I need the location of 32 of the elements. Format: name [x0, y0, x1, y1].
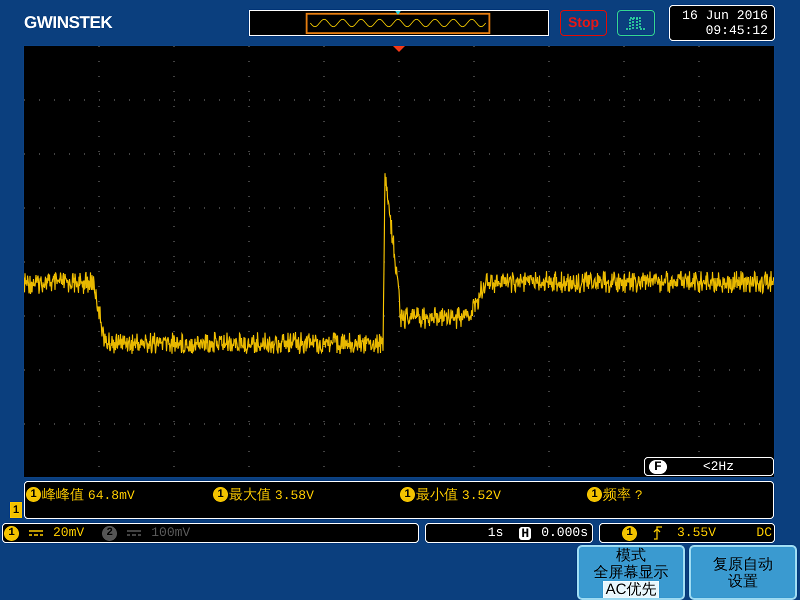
measurement-reading: 最小值 3.52V — [416, 485, 501, 506]
measurement-reading: 峰峰值 64.8mV — [42, 485, 135, 506]
channel-badge: 1 — [400, 487, 415, 502]
time-scale: 1s — [488, 524, 504, 542]
date-text: 16 Jun 2016 — [682, 8, 768, 23]
channel-scale: 20mV — [53, 524, 84, 542]
horizontal-position: 0.000s — [541, 524, 588, 542]
pulse-icon — [625, 14, 647, 31]
measurement-reading: 最大值 3.58V — [229, 485, 314, 506]
horizontal-label: H — [519, 526, 532, 540]
channel-badge: 2 — [102, 526, 118, 541]
counter-reading: <2Hz — [702, 458, 734, 476]
dc-coupling-icon — [29, 530, 43, 536]
trigger-level: 3.55V — [677, 524, 716, 542]
trigger-position-marker — [392, 46, 406, 52]
counter-label: F — [649, 460, 667, 474]
channel-marker: 1 — [10, 502, 22, 518]
measurement-reading: 频率 ? — [603, 485, 643, 506]
brand-logo: GWINSTEK — [24, 12, 114, 34]
channel-badge: 1 — [4, 526, 19, 541]
channel-badge: 1 — [587, 487, 602, 502]
channel-scale: 100mV — [151, 524, 190, 542]
dc-coupling-icon — [127, 530, 142, 536]
time-text: 09:45:12 — [706, 22, 768, 38]
channel-badge: 1 — [622, 526, 637, 541]
trigger-coupling: DC — [756, 524, 772, 542]
channel-badge: 1 — [213, 487, 228, 502]
softkey-button[interactable]: 模式 全屏幕显示 AC优先 — [577, 545, 685, 600]
channel-badge: 1 — [26, 487, 41, 502]
rising-edge-icon — [653, 526, 663, 540]
acquire-mode-button[interactable] — [617, 10, 655, 36]
softkey-button[interactable]: 复原自动 设置 — [689, 545, 797, 600]
